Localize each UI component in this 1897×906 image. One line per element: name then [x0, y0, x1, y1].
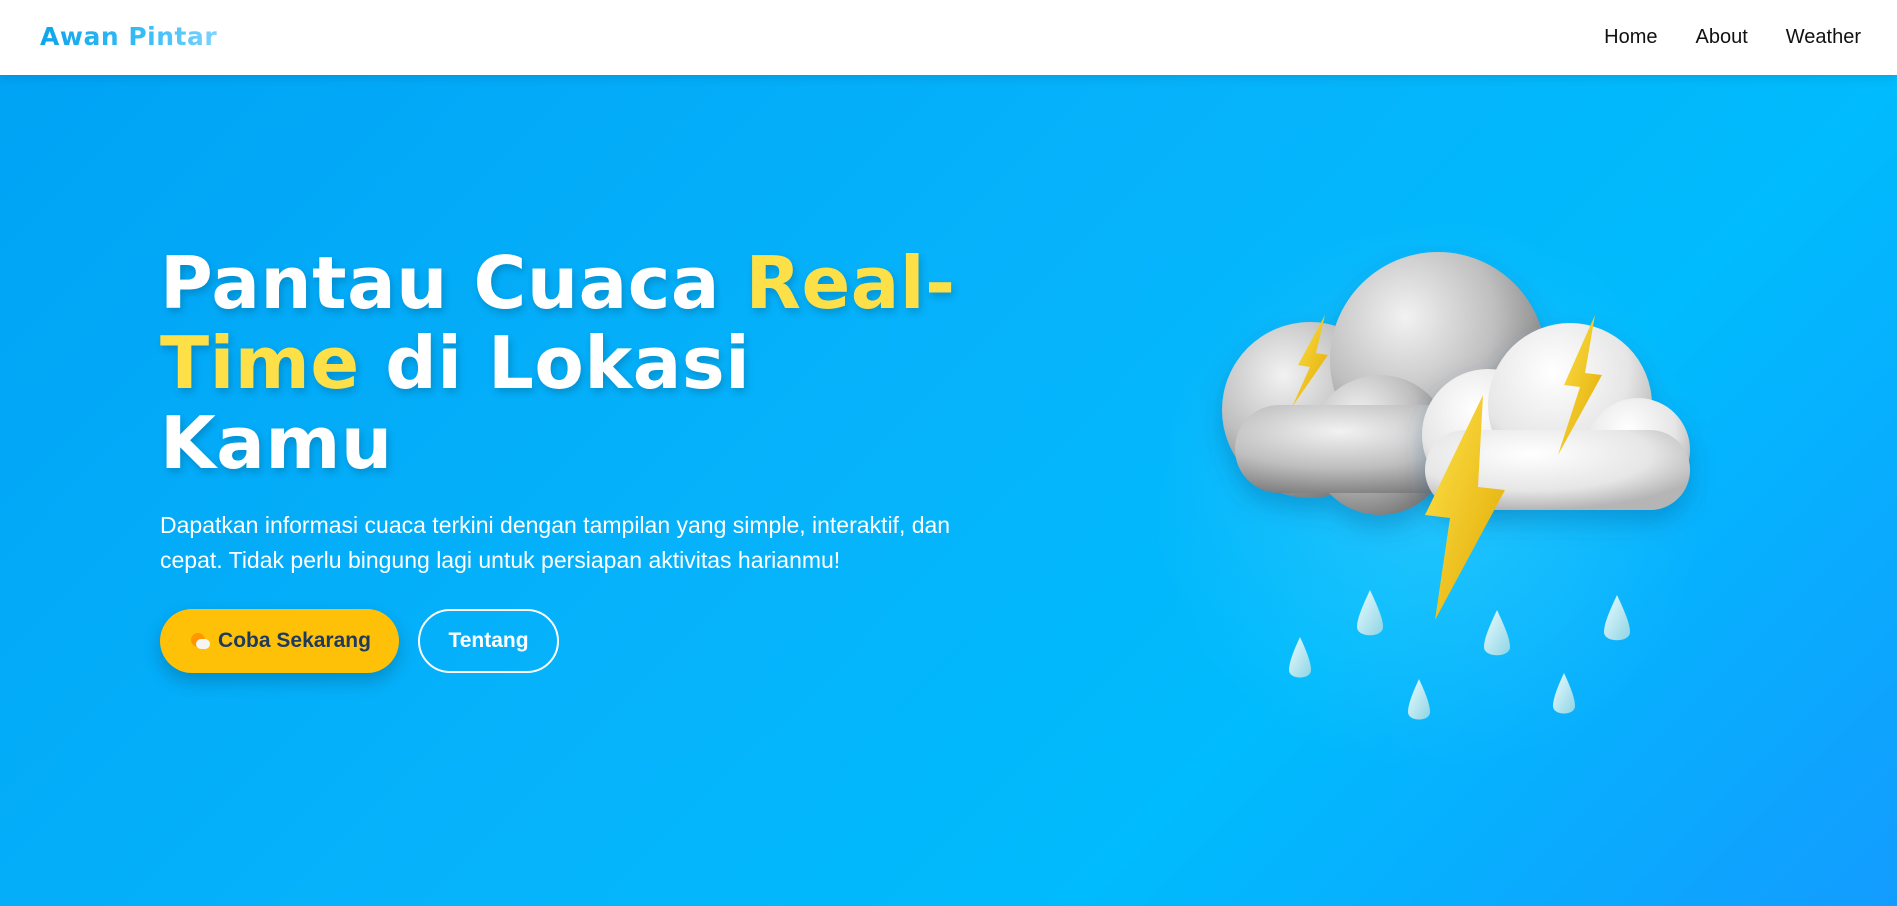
raindrop: [1604, 595, 1630, 641]
hero-title-highlight-real: Real-: [745, 241, 956, 325]
raindrop: [1484, 610, 1510, 656]
raindrop: [1408, 679, 1430, 720]
raindrop: [1289, 637, 1311, 678]
about-button[interactable]: Tentang: [418, 609, 559, 673]
nav-link-about[interactable]: About: [1696, 26, 1748, 49]
navbar: Awan Pintar Home About Weather: [0, 0, 1897, 75]
raindrop: [1553, 673, 1575, 714]
try-now-button[interactable]: Coba Sekarang: [160, 609, 399, 673]
hero-title: Pantau Cuaca Real- Time di Lokasi Kamu: [160, 243, 1000, 483]
hero-title-highlight-time: Time: [160, 321, 360, 405]
nav-link-home[interactable]: Home: [1604, 26, 1657, 49]
raindrop: [1357, 590, 1383, 636]
raindrops: [1289, 590, 1630, 720]
hero-title-part1: Pantau Cuaca: [160, 241, 746, 325]
hero-description: Dapatkan informasi cuaca terkini dengan …: [160, 512, 951, 573]
sun-behind-cloud-icon: [188, 631, 212, 651]
nav-link-weather[interactable]: Weather: [1786, 26, 1861, 49]
thunderstorm-cloud-icon: [1222, 252, 1690, 720]
brand-logo[interactable]: Awan Pintar: [40, 22, 217, 51]
nav-links: Home About Weather: [1604, 26, 1861, 49]
hero-section: Pantau Cuaca Real- Time di Lokasi Kamu D…: [0, 75, 1897, 906]
try-now-label: Coba Sekarang: [218, 629, 371, 652]
